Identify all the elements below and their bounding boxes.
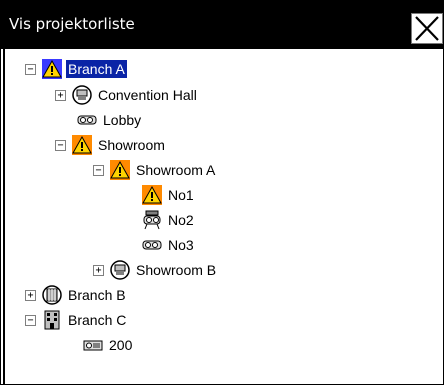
tree-item-label: No1 — [168, 187, 194, 203]
warning-icon — [110, 160, 130, 180]
title-bar: Vis projektorliste — [1, 1, 443, 49]
tree-item-label: Showroom A — [136, 162, 216, 178]
globe-icon — [42, 285, 62, 305]
close-icon — [415, 16, 439, 41]
tree-item-label: No2 — [168, 212, 194, 228]
building-round-icon — [110, 260, 130, 280]
tree-item-label: Showroom B — [136, 262, 217, 278]
tree-item-label: Lobby — [103, 112, 142, 128]
collapse-toggle[interactable]: − — [25, 63, 36, 75]
close-button[interactable] — [411, 13, 443, 44]
projector-flat-icon — [83, 335, 103, 355]
collapse-toggle[interactable]: − — [25, 314, 36, 326]
warning-icon — [42, 59, 62, 79]
projector-icon — [77, 110, 97, 130]
projector-stand-icon — [142, 210, 162, 230]
collapse-toggle[interactable]: − — [55, 139, 66, 151]
warning-icon — [142, 185, 162, 205]
warning-icon — [72, 135, 92, 155]
projector-list-window: Vis projektorliste − Branch A + Conventi… — [0, 0, 444, 385]
tree-item-label: Branch C — [68, 312, 127, 328]
expand-toggle[interactable]: + — [25, 289, 36, 301]
projector-icon — [142, 235, 162, 255]
tree-item-label: Showroom — [98, 137, 165, 153]
tree-item-label: Branch B — [68, 287, 126, 303]
tree-item-label: No3 — [168, 237, 194, 253]
collapse-toggle[interactable]: − — [93, 164, 104, 176]
tree-item-label: Branch A — [66, 60, 127, 78]
building-icon — [42, 310, 62, 330]
window-title: Vis projektorliste — [9, 15, 135, 33]
expand-toggle[interactable]: + — [93, 264, 104, 276]
tree-item-label: Convention Hall — [98, 87, 197, 103]
projector-tree: − Branch A + Convention Hall Lobby − Sho… — [3, 49, 443, 384]
building-round-icon — [72, 85, 92, 105]
tree-item-label: 200 — [109, 337, 133, 353]
expand-toggle[interactable]: + — [55, 89, 66, 101]
